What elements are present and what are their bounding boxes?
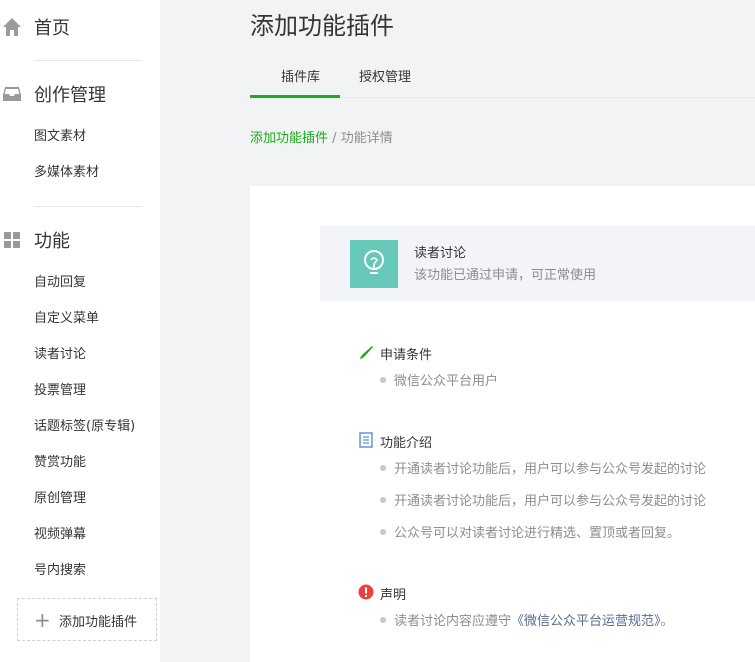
plus-icon: + (34, 608, 51, 632)
lightbulb-icon (364, 250, 384, 274)
breadcrumb: 添加功能插件 / 功能详情 (250, 127, 393, 146)
intro-item: 开通读者讨论功能后，用户可以参与公众号发起的讨论 (380, 490, 706, 509)
statement-item: 读者讨论内容应遵守《微信公众平台运营规范》。 (380, 610, 674, 629)
alert-icon (358, 584, 374, 600)
sidebar-item-multimedia[interactable]: 多媒体素材 (34, 164, 99, 182)
plugin-icon (350, 240, 398, 288)
operation-rules-link[interactable]: 《微信公众平台运营规范》 (511, 614, 661, 629)
statement-title: 声明 (380, 588, 407, 603)
statement-suffix: 。 (660, 614, 674, 629)
main-content: 添加功能插件 插件库 授权管理 添加功能插件 / 功能详情 读者讨论 该功能已通… (250, 0, 755, 662)
divider (34, 206, 142, 207)
plugin-status: 该功能已通过申请，可正常使用 (414, 268, 597, 283)
active-tab-indicator (250, 95, 340, 98)
intro-item: 开通读者讨论功能后，用户可以参与公众号发起的讨论 (380, 458, 706, 477)
plugin-detail-card: 读者讨论 该功能已通过申请，可正常使用 申请条件 微信公众平台用户 功能介绍 开… (250, 186, 755, 662)
sidebar: 首页 创作管理 图文素材 多媒体素材 功能 自动回复 自定义菜单 读者讨论 投票… (0, 0, 160, 662)
requirements-item: 微信公众平台用户 (380, 370, 498, 389)
inbox-icon (3, 87, 21, 101)
breadcrumb-link-add-plugin[interactable]: 添加功能插件 (250, 131, 328, 146)
sidebar-item-reward[interactable]: 赞赏功能 (34, 454, 86, 472)
sidebar-item-image-text[interactable]: 图文素材 (34, 128, 86, 146)
tab-authorization-management[interactable]: 授权管理 (359, 66, 411, 85)
sidebar-item-custom-menu[interactable]: 自定义菜单 (34, 310, 99, 328)
add-plugin-button[interactable]: + 添加功能插件 (17, 598, 157, 641)
statement-prefix: 读者讨论内容应遵守 (394, 614, 512, 629)
intro-title: 功能介绍 (380, 436, 433, 451)
home-icon (3, 18, 21, 36)
tab-plugin-library[interactable]: 插件库 (281, 66, 320, 85)
sidebar-item-in-account-search[interactable]: 号内搜索 (34, 562, 86, 580)
nav-creation-label: 创作管理 (34, 85, 106, 106)
breadcrumb-current: 功能详情 (340, 131, 393, 146)
page-title: 添加功能插件 (250, 12, 394, 40)
breadcrumb-separator: / (332, 131, 337, 146)
sidebar-item-video-danmaku[interactable]: 视频弹幕 (34, 526, 86, 544)
sidebar-item-reader-discussion[interactable]: 读者讨论 (34, 346, 86, 364)
divider (34, 60, 142, 61)
grid-icon (4, 232, 20, 248)
add-plugin-label: 添加功能插件 (59, 615, 138, 630)
requirements-title: 申请条件 (380, 348, 433, 363)
plugin-header: 读者讨论 该功能已通过申请，可正常使用 (320, 226, 755, 301)
sidebar-item-auto-reply[interactable]: 自动回复 (34, 274, 86, 292)
intro-item: 公众号可以对读者讨论进行精选、置顶或者回复。 (380, 522, 680, 541)
pen-icon (360, 346, 373, 359)
sidebar-item-original[interactable]: 原创管理 (34, 490, 86, 508)
sidebar-item-vote-management[interactable]: 投票管理 (34, 382, 86, 400)
document-icon (359, 432, 373, 448)
nav-features-label: 功能 (34, 231, 70, 252)
nav-home-label: 首页 (34, 18, 70, 39)
sidebar-item-topic-tags[interactable]: 话题标签(原专辑) (34, 418, 135, 436)
plugin-name: 读者讨论 (414, 246, 467, 261)
